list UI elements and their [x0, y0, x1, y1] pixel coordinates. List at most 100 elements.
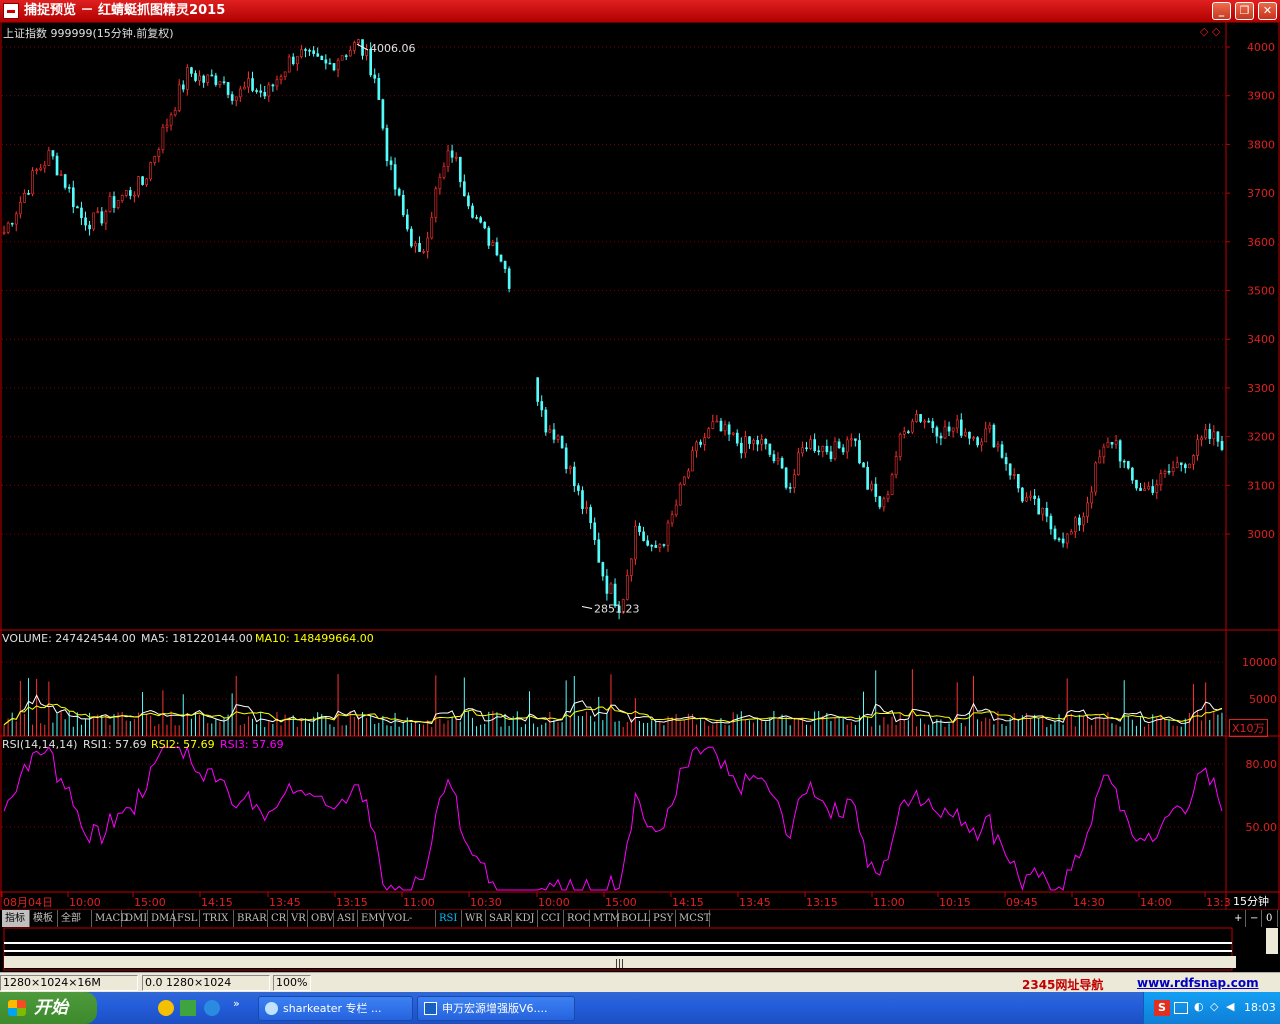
indicator-tab-vr[interactable]: VR — [288, 910, 308, 927]
minimize-button[interactable]: _ — [1212, 2, 1231, 20]
indicator-tab-obv[interactable]: OBV — [308, 910, 334, 927]
indicator-tab-指标[interactable]: 指标 — [2, 910, 30, 927]
title-bar[interactable]: 捕捉预览 － 红蜻蜓抓图精灵2015 _ ❐ ✕ — [0, 0, 1280, 22]
ime-s-icon[interactable]: S — [1154, 1000, 1170, 1016]
link-2345[interactable]: 2345网址导航 — [1022, 976, 1103, 993]
indicator-tab-brar[interactable]: BRAR — [234, 910, 268, 927]
indicator-tab-roc[interactable]: ROC — [564, 910, 590, 927]
time-axis-label: 10:00 — [538, 896, 570, 909]
zoom-out-button[interactable]: − — [1247, 910, 1262, 927]
candle-body — [389, 160, 393, 165]
shield-icon[interactable]: ◇ — [1210, 1000, 1218, 1013]
indicator-tab-trix[interactable]: TRIX — [200, 910, 234, 927]
indicator-tab-全部[interactable]: 全部 — [58, 910, 92, 927]
candle-body — [898, 434, 902, 457]
candle-body — [1069, 531, 1073, 535]
candle-body — [124, 190, 128, 196]
candle-body — [149, 162, 153, 180]
speaker-icon[interactable]: ◀ — [1226, 1000, 1234, 1013]
zoom-in-button[interactable]: + — [1231, 910, 1246, 927]
candle-body — [186, 67, 189, 90]
indicator-tab-psy[interactable]: PSY — [650, 910, 676, 927]
indicator-tab-macd[interactable]: MACD — [92, 910, 128, 927]
candle-body — [593, 522, 597, 541]
candle-body — [707, 428, 711, 439]
time-axis-label: 14:15 — [201, 896, 233, 909]
candle-body — [19, 201, 22, 215]
quicklaunch-more-icon[interactable]: » — [233, 997, 240, 1010]
indicator-tab-sar[interactable]: SAR — [486, 910, 512, 927]
indicator-tab-dma[interactable]: DMA — [148, 910, 176, 927]
link-rdfsnap[interactable]: www.rdfsnap.com — [1137, 976, 1259, 990]
candle-body — [308, 49, 311, 52]
quicklaunch-icon-1[interactable] — [158, 1000, 174, 1016]
candle-body — [1041, 507, 1045, 515]
candle-body — [59, 174, 63, 176]
candle-body — [801, 447, 804, 454]
indicator-tab-mtm[interactable]: MTM — [590, 910, 620, 927]
candle-body — [760, 439, 764, 445]
indicator-tab-cr[interactable]: CR — [268, 910, 288, 927]
candle-body — [1004, 457, 1008, 465]
candle-body — [300, 49, 303, 57]
candle-body — [1163, 470, 1167, 474]
candle-body — [764, 439, 768, 445]
reset-button[interactable]: 0 — [1263, 910, 1278, 927]
indicator-tab-asi[interactable]: ASI — [334, 910, 358, 927]
chart-frame — [0, 21, 1280, 911]
indicator-tab-mcst[interactable]: MCST — [676, 910, 710, 927]
indicator-tab-dmi[interactable]: DMI — [122, 910, 148, 927]
candle-body — [1118, 440, 1122, 462]
stock-chart[interactable]: 4000 3900 3800 3700 3600 3500 3400 3300 3200 3100… — [0, 21, 1280, 911]
indicator-tab-wr[interactable]: WR — [462, 910, 486, 927]
time-axis-label: 13:45 — [739, 896, 771, 909]
candle-body — [430, 217, 434, 239]
quicklaunch-icon-3[interactable] — [204, 1000, 220, 1016]
candle-body — [141, 176, 144, 185]
candle-body — [972, 437, 975, 439]
indicator-tab-模板[interactable]: 模板 — [30, 910, 58, 927]
candle-body — [491, 242, 495, 246]
indicator-tab-rsi[interactable]: RSI — [436, 910, 462, 927]
candle-body — [638, 525, 641, 533]
candle-body — [788, 487, 792, 489]
candle-body — [849, 438, 853, 441]
svg-text:|||: ||| — [615, 959, 624, 969]
candle-body — [935, 427, 939, 437]
period-label[interactable]: 15分钟 — [1233, 893, 1269, 909]
time-axis-label: 13:15 — [806, 896, 838, 909]
candle-body — [1029, 495, 1032, 498]
candle-body — [10, 222, 14, 225]
indicator-tab-emv[interactable]: EMV — [358, 910, 386, 927]
task-label-1: 申万宏源增强版V6.... — [442, 1002, 548, 1015]
volume-unit: X10万 — [1229, 719, 1268, 737]
quicklaunch-icon-2[interactable] — [180, 1000, 196, 1016]
candle-body — [715, 420, 719, 423]
indicator-tab-boll[interactable]: BOLL — [618, 910, 650, 927]
start-button[interactable]: 开始 — [0, 992, 97, 1024]
candle-body — [992, 424, 996, 448]
candle-body — [654, 545, 658, 548]
candle-body — [740, 442, 743, 454]
indicator-tab-cci[interactable]: CCI — [538, 910, 564, 927]
candle-body — [279, 76, 283, 81]
task-sharkeater[interactable]: sharkeater 专栏 ... — [258, 996, 413, 1021]
price-axis-label: 3600 — [1247, 236, 1275, 249]
status-zoom: 100% — [273, 975, 311, 991]
network-icon[interactable]: ◐ — [1194, 1000, 1204, 1013]
candle-body — [792, 474, 796, 488]
candle-body — [177, 84, 181, 111]
indicator-tab-kdj[interactable]: KDJ — [512, 910, 538, 927]
chart-canvas[interactable]: 4000 3900 3800 3700 3600 3500 3400 3300 3200 3100… — [0, 21, 1280, 911]
indicator-tab-fsl[interactable]: FSL — [174, 910, 200, 927]
candle-body — [434, 188, 438, 218]
app-task-icon — [424, 1002, 437, 1015]
restore-button[interactable]: ❐ — [1235, 2, 1254, 20]
task-shenwan[interactable]: 申万宏源增强版V6.... — [417, 996, 575, 1021]
candle-body — [344, 55, 348, 57]
close-button[interactable]: ✕ — [1258, 2, 1277, 20]
app-icon — [3, 3, 19, 19]
keyboard-icon[interactable] — [1174, 1002, 1188, 1014]
indicator-tab-vol-tdx[interactable]: VOL-TDX — [384, 910, 436, 941]
clock: 18:03 — [1244, 1001, 1276, 1014]
